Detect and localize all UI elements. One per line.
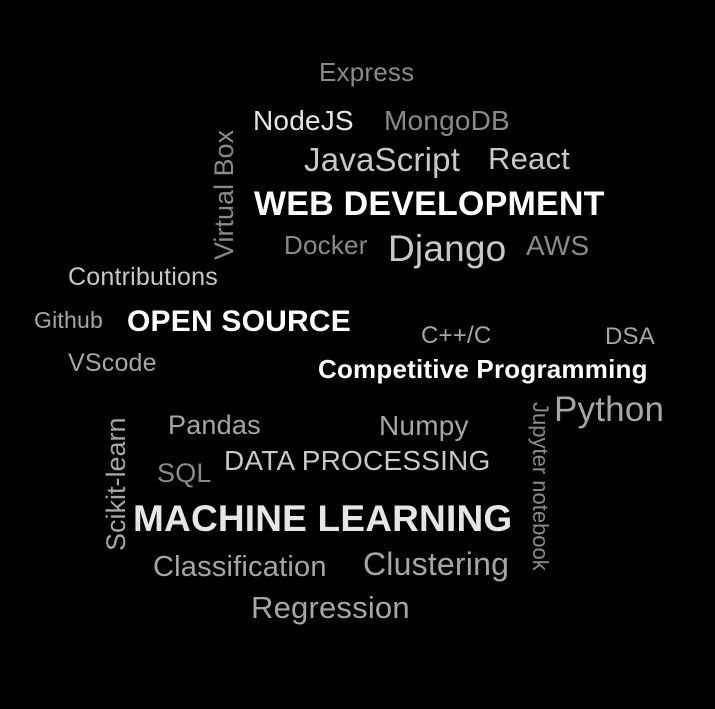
word-data-processing: DATA PROCESSING [224, 445, 491, 476]
word-machine-learning: MACHINE LEARNING [133, 498, 513, 539]
word-react: React [488, 141, 570, 176]
word-numpy: Numpy [379, 410, 469, 441]
word-cloud: Express NodeJS MongoDB JavaScript React … [0, 0, 715, 709]
word-web-development: WEB DEVELOPMENT [254, 185, 605, 223]
word-cpp: C++/C [421, 322, 492, 349]
word-dsa: DSA [605, 323, 655, 350]
word-regression: Regression [251, 590, 410, 625]
word-python: Python [554, 390, 665, 429]
word-javascript: JavaScript [304, 141, 461, 178]
word-vscode: VScode [68, 349, 157, 377]
word-competitive-programming: Competitive Programming [318, 354, 648, 384]
word-open-source: OPEN SOURCE [127, 305, 351, 338]
word-contributions: Contributions [68, 263, 218, 291]
word-jupyter-notebook: Jupyter notebook [528, 402, 553, 571]
word-clustering: Clustering [363, 546, 510, 582]
word-github: Github [34, 307, 103, 333]
word-sql: SQL [157, 458, 212, 488]
word-classification: Classification [153, 551, 327, 583]
word-docker: Docker [284, 230, 368, 260]
word-express: Express [319, 57, 415, 87]
word-scikit-learn: Scikit-learn [101, 417, 131, 551]
word-aws: AWS [526, 230, 590, 261]
word-virtual-box: Virtual Box [209, 129, 239, 260]
word-pandas: Pandas [168, 410, 261, 440]
word-nodejs: NodeJS [253, 105, 354, 136]
word-django: Django [388, 228, 507, 269]
word-mongodb: MongoDB [384, 105, 510, 136]
